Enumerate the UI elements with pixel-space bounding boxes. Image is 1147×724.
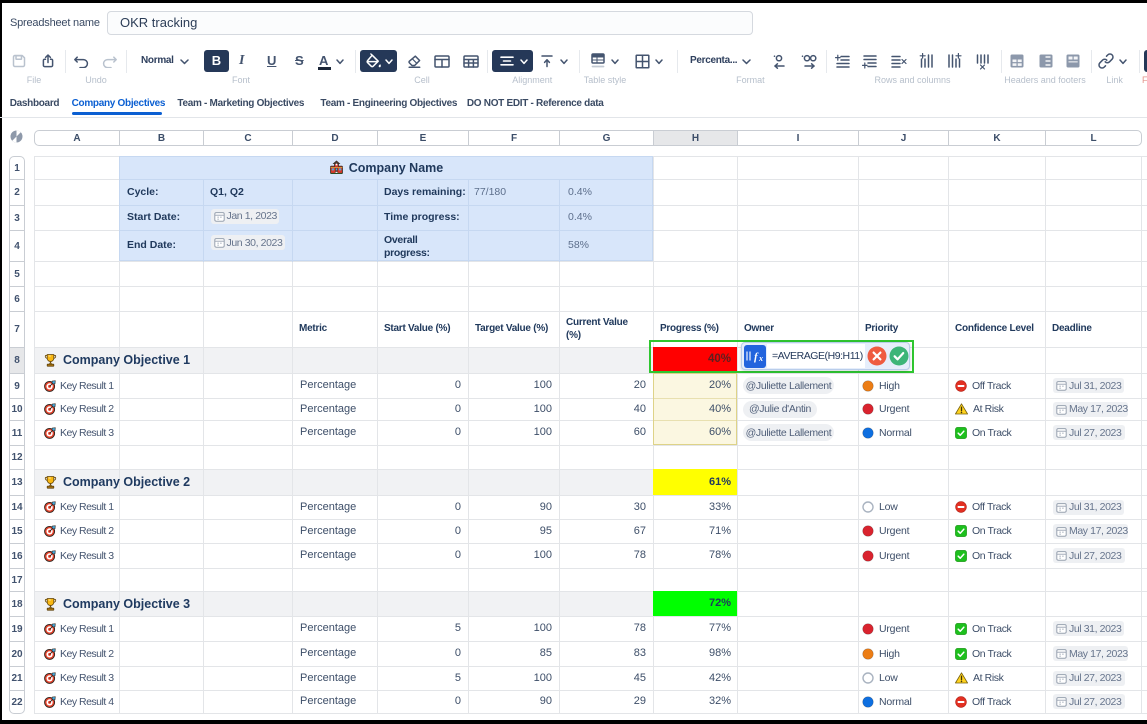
svg-text:x: x [758,354,763,363]
